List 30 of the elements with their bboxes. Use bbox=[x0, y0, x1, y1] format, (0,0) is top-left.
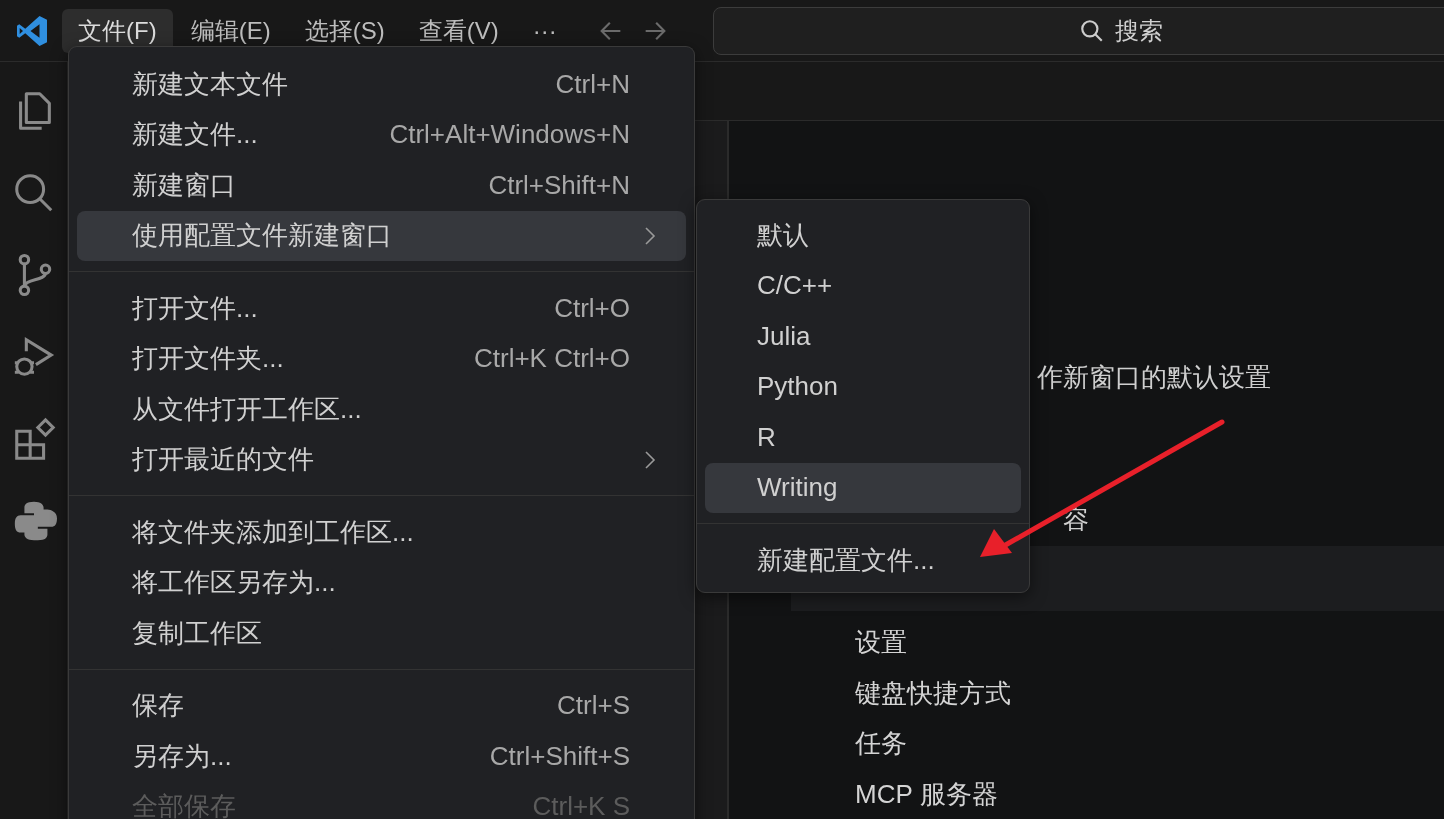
settings-link[interactable]: MCP 服务器 bbox=[855, 768, 998, 819]
menu-bar-item[interactable]: 编辑(E) bbox=[174, 8, 287, 53]
menu-bar-item[interactable]: ··· bbox=[516, 8, 573, 53]
menu-item[interactable]: 将文件夹添加到工作区... bbox=[77, 507, 686, 558]
menu-item[interactable]: 保存 Ctrl+S bbox=[77, 680, 686, 731]
description-text: 作新窗口的默认设置 bbox=[1037, 361, 1272, 394]
settings-link[interactable]: 设置 bbox=[855, 617, 907, 668]
menu-bar-item[interactable]: 查看(V) bbox=[402, 8, 515, 53]
menu-item[interactable]: 新建文本文件 Ctrl+N bbox=[77, 59, 686, 110]
menu-item[interactable]: R bbox=[705, 412, 1021, 463]
menu-item[interactable]: 复制工作区 bbox=[77, 608, 686, 659]
menu-item[interactable]: Writing bbox=[705, 462, 1021, 513]
menu-item[interactable]: Python bbox=[705, 361, 1021, 412]
menu-item[interactable]: 打开最近的文件 bbox=[77, 434, 686, 485]
search-field[interactable]: 搜索 bbox=[1113, 15, 1188, 46]
menu-item[interactable]: 打开文件... Ctrl+O bbox=[77, 283, 686, 334]
menu-item[interactable]: Julia bbox=[705, 311, 1021, 362]
menu-item[interactable]: C/C++ bbox=[705, 260, 1021, 311]
menu-item[interactable]: 从文件打开工作区... bbox=[77, 384, 686, 435]
menu-item[interactable]: 新建文件... Ctrl+Alt+Windows+N bbox=[77, 109, 686, 160]
menu-item[interactable]: 新建窗口 Ctrl+Shift+N bbox=[77, 160, 686, 211]
settings-link[interactable]: 键盘快捷方式 bbox=[855, 667, 1011, 718]
menu-item[interactable]: 打开文件夹... Ctrl+K Ctrl+O bbox=[77, 333, 686, 384]
menu-item[interactable]: 默认 bbox=[705, 210, 1021, 261]
menu-item[interactable]: 另存为... Ctrl+Shift+S bbox=[77, 731, 686, 782]
menu-item[interactable]: 新建配置文件... bbox=[705, 535, 1021, 586]
menu-bar-item[interactable]: 选择(S) bbox=[288, 8, 401, 53]
settings-link[interactable]: 任务 bbox=[855, 718, 907, 769]
menu-item[interactable]: 将工作区另存为... bbox=[77, 557, 686, 608]
menu-item[interactable]: 使用配置文件新建窗口 bbox=[77, 210, 686, 261]
